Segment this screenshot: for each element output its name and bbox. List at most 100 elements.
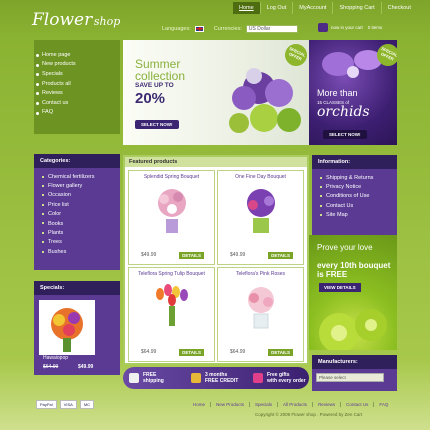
product-image[interactable]	[150, 282, 194, 334]
gift-icon	[253, 373, 263, 383]
category-item[interactable]: Price list	[34, 200, 120, 209]
bouquet-image	[229, 68, 301, 133]
information-box: Information: Shipping & Returns Privacy …	[312, 155, 397, 235]
footer-link-reviews[interactable]: Reviews	[313, 402, 342, 407]
promo-free-credit[interactable]: 3 months FREE CREDIT	[185, 372, 247, 384]
product-card[interactable]: Teleflora's Pink Roses $64.99 DETAILS	[217, 267, 304, 362]
product-name[interactable]: Splendid Spring Bouquet	[129, 174, 214, 180]
cart-items-count[interactable]: 0 items	[368, 25, 383, 30]
product-price: $49.99	[141, 252, 157, 258]
orchids-more-than: More than	[317, 88, 358, 98]
visa-logo: VISA	[59, 400, 77, 409]
product-name[interactable]: Teleflora Spring Tulip Bouquet	[129, 271, 214, 277]
nav-home-page[interactable]: Home page	[34, 50, 120, 60]
chrysanthemum-image	[319, 309, 387, 350]
category-item[interactable]: Flower gallery	[34, 181, 120, 190]
footer-link-all-products[interactable]: All Products	[278, 402, 314, 407]
logo-sub: shop	[93, 15, 121, 28]
footer-link-contact-us[interactable]: Contact Us	[341, 402, 375, 407]
details-button[interactable]: DETAILS	[268, 252, 293, 259]
promo-free-gifts[interactable]: Free gifts with every order	[247, 372, 309, 384]
nav-myaccount[interactable]: MyAccount	[293, 2, 334, 14]
nav-logout[interactable]: Log Out	[261, 2, 294, 14]
language-currency-row: Languages: Currencies: US Dollar	[162, 25, 298, 33]
view-details-button[interactable]: VIEW DETAILS	[319, 283, 361, 292]
product-image[interactable]	[239, 282, 283, 334]
special-product-name[interactable]: Hawaiopop	[43, 355, 68, 361]
product-card[interactable]: Teleflora Spring Tulip Bouquet $64.99 DE…	[128, 267, 215, 362]
nav-products-all[interactable]: Products all	[34, 79, 120, 89]
payment-logos: PayPal VISA MC	[36, 400, 95, 409]
footer-nav: Home New Products Specials All Products …	[188, 402, 393, 407]
product-image[interactable]	[150, 185, 194, 237]
orchids-banner[interactable]: More than 15 CLASSES of orchids SELECT N…	[309, 40, 397, 145]
left-column: Home page New products Specials Products…	[34, 40, 120, 270]
banner-save-up: SAVE UP TO	[135, 82, 174, 89]
banner-percent: 20%	[135, 90, 166, 107]
copyright: Copyright © 2009 Flower shop . Powered b…	[255, 412, 363, 417]
languages-label: Languages:	[162, 26, 191, 32]
banner-summer: Summer collection	[135, 57, 186, 83]
product-image[interactable]	[239, 185, 283, 237]
nav-specials[interactable]: Specials	[34, 69, 120, 79]
nav-contact-us[interactable]: Contact us	[34, 98, 120, 108]
specials-box: Specials: Hawaiopop $64.99 $49.99	[34, 281, 120, 375]
details-button[interactable]: DETAILS	[179, 252, 204, 259]
details-button[interactable]: DETAILS	[268, 349, 293, 356]
orchids-select-now-button[interactable]: SELECT NOW!	[323, 130, 367, 139]
footer-link-faq[interactable]: FAQ	[374, 402, 393, 407]
nav-checkout[interactable]: Checkout	[382, 2, 417, 14]
cart-label: now in your cart	[331, 25, 363, 30]
currency-select[interactable]: US Dollar	[245, 25, 298, 33]
nav-home[interactable]: Home	[233, 2, 261, 14]
featured-products: Featured products Splendid Spring Bouque…	[123, 155, 309, 365]
footer-link-new-products[interactable]: New Products	[211, 402, 251, 407]
nav-faq[interactable]: FAQ	[34, 108, 120, 118]
info-item[interactable]: Site Map	[312, 211, 397, 220]
info-item[interactable]: Contact Us	[312, 201, 397, 210]
category-item[interactable]: Chemical fertilizers	[34, 172, 120, 181]
category-item[interactable]: Bushes	[34, 247, 120, 256]
footer-link-specials[interactable]: Specials	[250, 402, 279, 407]
nav-new-products[interactable]: New products	[34, 60, 120, 70]
specials-title: Specials:	[34, 281, 120, 295]
summer-collection-banner[interactable]: Summer collection SAVE UP TO 20% SELECT N…	[123, 40, 309, 145]
manufacturer-select[interactable]: Please select	[316, 373, 384, 382]
logo[interactable]: Flower shop	[32, 10, 120, 30]
categories-title: Categories:	[34, 154, 120, 168]
product-card[interactable]: One Fine Day Bouquet $49.99 DETAILS	[217, 170, 304, 265]
info-item[interactable]: Shipping & Returns	[312, 173, 397, 182]
special-product-image[interactable]	[39, 300, 95, 355]
select-now-button[interactable]: SELECT NOW!	[135, 120, 179, 129]
coins-icon	[191, 373, 201, 383]
specials-body: Hawaiopop $64.99 $49.99	[34, 295, 120, 375]
free-bouquet-ad[interactable]: Prove your love every 10th bouquet is FR…	[309, 235, 397, 350]
currencies-label: Currencies:	[213, 26, 242, 32]
info-item[interactable]: Conditions of Use	[312, 192, 397, 201]
uk-flag-icon[interactable]	[194, 26, 204, 32]
product-name[interactable]: One Fine Day Bouquet	[218, 174, 303, 180]
product-card[interactable]: Splendid Spring Bouquet $49.99 DETAILS	[128, 170, 215, 265]
category-item[interactable]: Occasion	[34, 191, 120, 200]
cart-icon[interactable]	[318, 23, 328, 32]
logo-main: Flower	[32, 10, 93, 30]
ad-headline: Prove your love	[317, 243, 373, 252]
cart-summary[interactable]: now in your cart 0 items	[318, 23, 382, 32]
categories-list: Chemical fertilizers Flower gallery Occa…	[34, 168, 120, 270]
manufacturers-title: Manufacturers:	[312, 355, 397, 369]
promo-free-shipping[interactable]: FREE shipping	[123, 372, 185, 384]
category-item[interactable]: Trees	[34, 238, 120, 247]
nav-reviews[interactable]: Reviews	[34, 88, 120, 98]
category-item[interactable]: Books	[34, 219, 120, 228]
information-title: Information:	[312, 155, 397, 169]
nav-shopping-cart[interactable]: Shopping Cart	[333, 2, 382, 14]
details-button[interactable]: DETAILS	[179, 349, 204, 356]
category-item[interactable]: Plants	[34, 228, 120, 237]
product-name[interactable]: Teleflora's Pink Roses	[218, 271, 303, 277]
orchids-title: orchids	[317, 104, 370, 120]
truck-icon	[129, 373, 139, 383]
category-item[interactable]: Color	[34, 210, 120, 219]
footer-link-home[interactable]: Home	[188, 402, 212, 407]
info-item[interactable]: Privacy Notice	[312, 182, 397, 191]
top-nav: Home Log Out MyAccount Shopping Cart Che…	[233, 2, 417, 14]
